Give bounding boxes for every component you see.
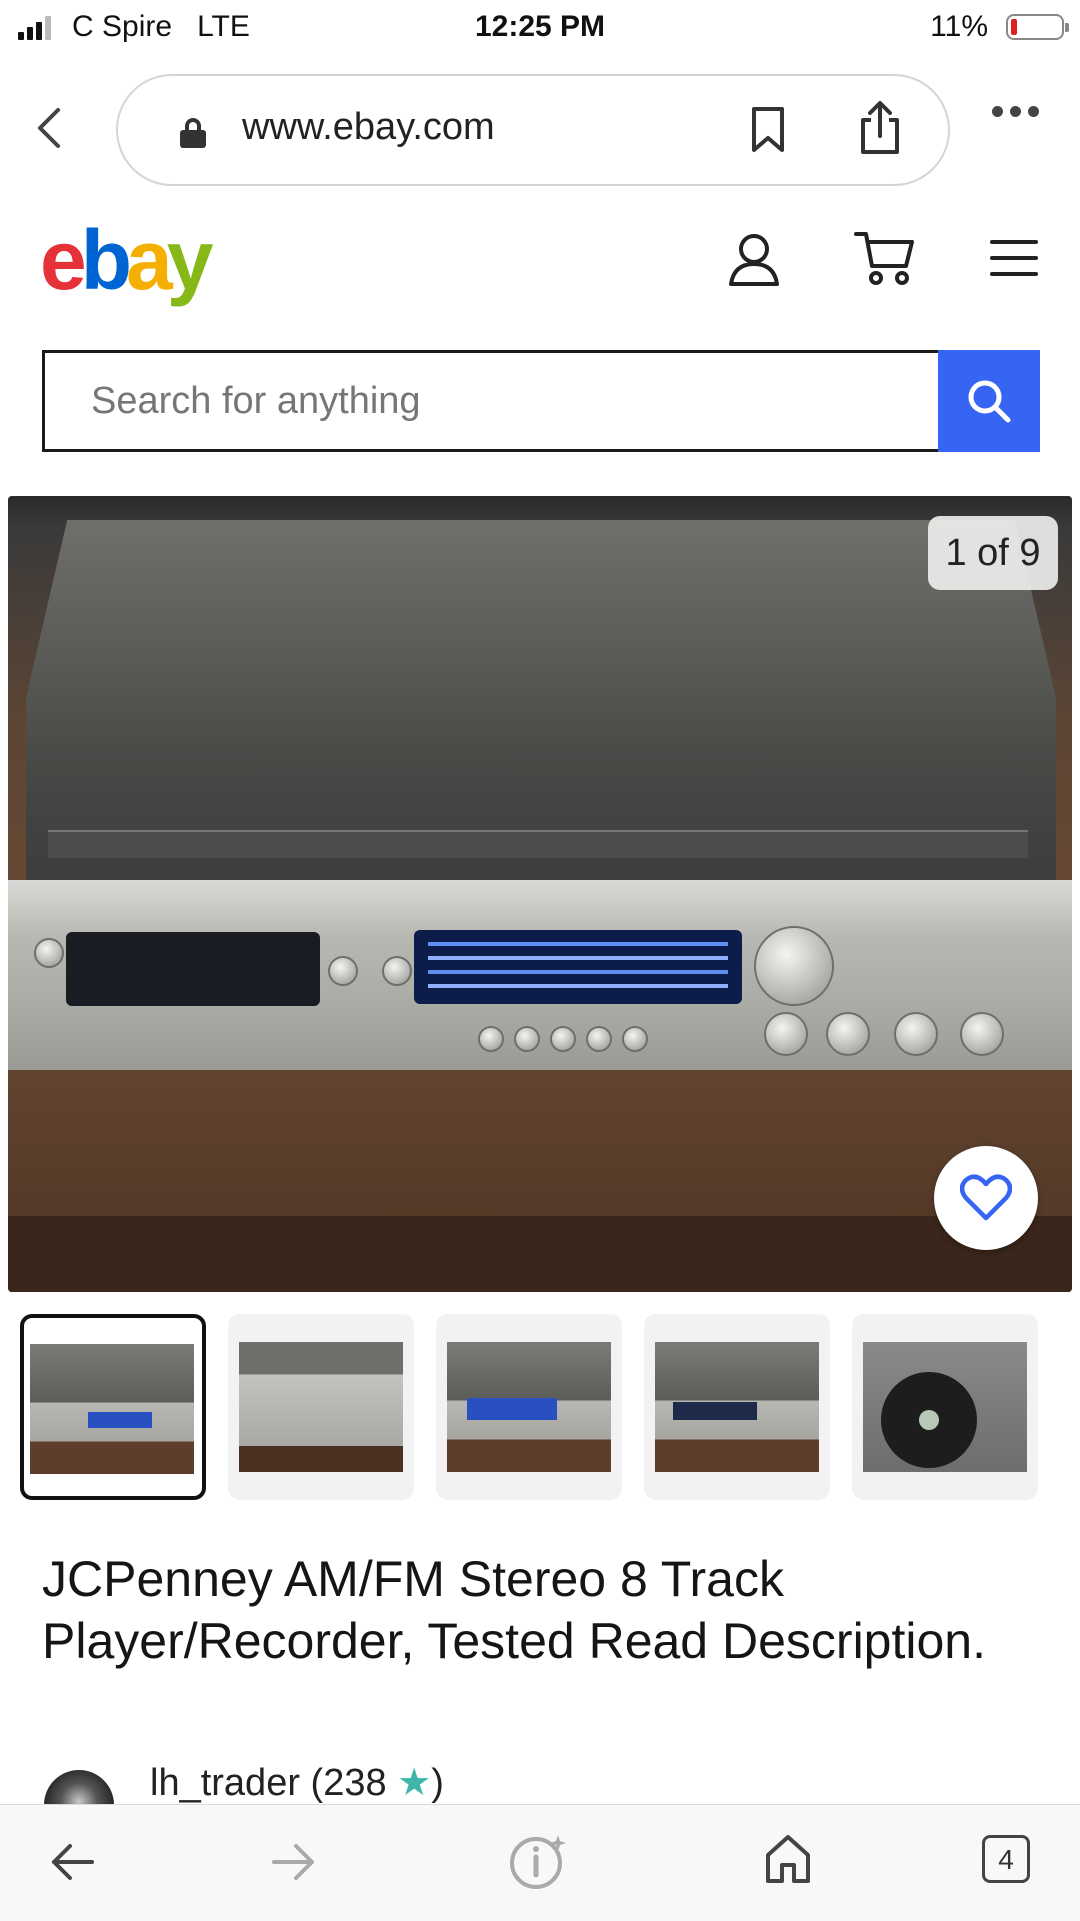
lock-icon xyxy=(180,118,206,148)
clock: 12:25 PM xyxy=(474,10,606,43)
seller-name[interactable]: lh_trader xyxy=(150,1762,300,1804)
chevron-left-icon[interactable] xyxy=(34,102,74,162)
thumbnail[interactable] xyxy=(228,1314,414,1500)
main-listing-image[interactable] xyxy=(8,496,1072,1292)
image-counter: 1 of 9 xyxy=(928,516,1058,590)
ebay-logo[interactable]: ebay xyxy=(40,218,213,302)
battery-icon xyxy=(1006,14,1069,40)
battery-percent: 11% xyxy=(930,10,988,43)
bookmark-icon[interactable] xyxy=(750,106,786,154)
thumbnail[interactable] xyxy=(852,1314,1038,1500)
watch-button[interactable] xyxy=(934,1146,1038,1250)
star-icon: ★ xyxy=(397,1762,432,1804)
listing-title: JCPenney AM/FM Stereo 8 Track Player/Rec… xyxy=(42,1551,986,1669)
info-icon[interactable] xyxy=(510,1831,570,1889)
thumbnail-strip xyxy=(20,1314,1080,1500)
cart-icon[interactable] xyxy=(854,230,916,286)
thumbnail[interactable] xyxy=(436,1314,622,1500)
share-icon[interactable] xyxy=(858,100,902,156)
more-dots-icon[interactable] xyxy=(992,106,1042,120)
tabs-icon[interactable]: 4 xyxy=(982,1835,1030,1883)
search-button[interactable] xyxy=(938,350,1040,452)
user-icon[interactable] xyxy=(726,232,782,288)
status-bar: C Spire LTE 12:25 PM 11% xyxy=(0,0,1080,56)
arrow-right-icon[interactable] xyxy=(270,1839,316,1889)
search-field[interactable] xyxy=(42,350,938,452)
search-icon xyxy=(968,380,1011,423)
url-text[interactable]: www.ebay.com xyxy=(242,106,495,149)
thumbnail[interactable] xyxy=(20,1314,206,1500)
heart-icon xyxy=(960,1174,1012,1221)
thumbnail[interactable] xyxy=(644,1314,830,1500)
feedback-score: (238 ★) xyxy=(310,1762,444,1804)
home-icon[interactable] xyxy=(764,1833,812,1883)
menu-icon[interactable] xyxy=(990,240,1040,276)
search-input[interactable] xyxy=(45,353,938,449)
arrow-left-icon[interactable] xyxy=(50,1839,96,1889)
seller-info[interactable]: lh_trader (238 ★) xyxy=(150,1760,444,1805)
address-bar[interactable]: www.ebay.com xyxy=(116,74,950,186)
browser-toolbar: 4 xyxy=(0,1804,1080,1921)
